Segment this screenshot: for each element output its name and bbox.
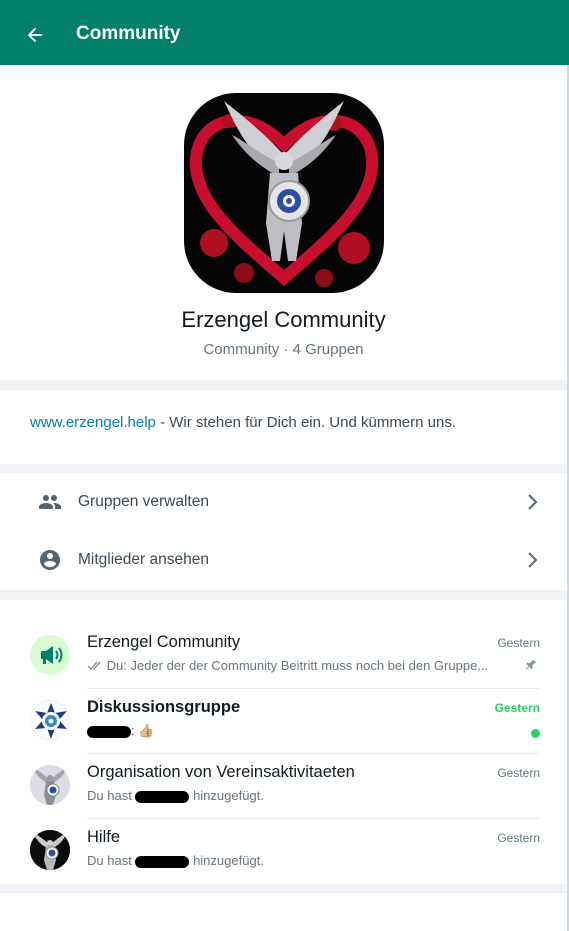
double-check-icon bbox=[87, 661, 101, 671]
chat-name: Diskussionsgruppe bbox=[87, 698, 241, 716]
bottom-section bbox=[0, 893, 567, 931]
chat-last-message: Du hast hinzugefügt. bbox=[87, 788, 264, 803]
actions-card: Gruppen verwalten Mitglieder ansehen bbox=[0, 473, 567, 590]
group-avatar bbox=[30, 700, 70, 740]
group-avatar bbox=[30, 765, 70, 805]
groups-icon bbox=[39, 495, 61, 509]
chat-body: Erzengel Community Gestern Du: Jeder der… bbox=[87, 624, 540, 689]
chat-message-text: Du: Jeder der der Community Beitritt mus… bbox=[106, 658, 489, 673]
redacted-name bbox=[135, 855, 190, 868]
description-card: www.erzengel.help - Wir stehen für Dich … bbox=[0, 390, 567, 464]
group-avatar bbox=[30, 830, 70, 870]
chat-last-message: Du: Jeder der der Community Beitritt mus… bbox=[87, 658, 488, 673]
list-item[interactable]: Diskussionsgruppe Gestern : 👍🏼 bbox=[0, 689, 567, 754]
view-members-button[interactable]: Mitglieder ansehen bbox=[0, 531, 567, 589]
chat-body: Hilfe Gestern Du hast hinzugefügt. bbox=[87, 819, 540, 884]
redacted-name bbox=[87, 725, 131, 738]
chat-message-text: : 👍🏼 bbox=[131, 723, 155, 738]
unread-dot bbox=[531, 729, 540, 738]
chat-body: Diskussionsgruppe Gestern : 👍🏼 bbox=[87, 689, 540, 754]
list-item[interactable]: Organisation von Vereinsaktivitaeten Ges… bbox=[0, 754, 567, 819]
account-icon bbox=[40, 550, 60, 570]
chat-time: Gestern bbox=[494, 701, 540, 715]
chat-name: Organisation von Vereinsaktivitaeten bbox=[87, 763, 355, 781]
chat-time: Gestern bbox=[497, 766, 540, 780]
community-info-card: Erzengel Community Community · 4 Gruppen bbox=[0, 65, 567, 380]
chat-body: Organisation von Vereinsaktivitaeten Ges… bbox=[87, 754, 540, 819]
description-text: - Wir stehen für Dich ein. Und kümmern u… bbox=[155, 414, 457, 431]
chevron-right-icon bbox=[528, 494, 538, 510]
chat-time: Gestern bbox=[497, 831, 540, 845]
page-title: Community bbox=[76, 23, 181, 44]
chat-time: Gestern bbox=[497, 636, 540, 650]
manage-groups-label: Gruppen verwalten bbox=[78, 493, 209, 510]
chat-message-text: hinzugefügt. bbox=[193, 788, 264, 803]
megaphone-icon bbox=[41, 646, 63, 664]
community-name: Erzengel Community bbox=[181, 307, 386, 332]
website-link[interactable]: www.erzengel.help bbox=[30, 414, 156, 431]
app-header: Community bbox=[0, 0, 569, 65]
community-avatar[interactable] bbox=[184, 93, 384, 293]
list-item[interactable]: Erzengel Community Gestern Du: Jeder der… bbox=[0, 624, 567, 689]
chat-message-text: Du hast bbox=[87, 788, 132, 803]
chat-name: Erzengel Community bbox=[87, 633, 241, 651]
arrow-left-icon[interactable] bbox=[24, 24, 46, 46]
announcement-avatar bbox=[30, 635, 70, 675]
list-item[interactable]: Hilfe Gestern Du hast hinzugefügt. bbox=[0, 819, 567, 884]
pin-icon bbox=[525, 659, 537, 670]
view-members-label: Mitglieder ansehen bbox=[78, 551, 209, 568]
chat-message-text: Du hast bbox=[87, 853, 132, 868]
chevron-right-icon bbox=[528, 552, 538, 568]
chat-last-message: Du hast hinzugefügt. bbox=[87, 853, 264, 868]
groups-list: Erzengel Community Gestern Du: Jeder der… bbox=[0, 600, 567, 884]
community-description: www.erzengel.help - Wir stehen für Dich … bbox=[30, 414, 456, 431]
redacted-name bbox=[135, 790, 190, 803]
chat-name: Hilfe bbox=[87, 828, 121, 846]
chat-last-message: : 👍🏼 bbox=[87, 723, 154, 739]
chat-message-text: hinzugefügt. bbox=[193, 853, 264, 868]
community-subtitle: Community · 4 Gruppen bbox=[203, 341, 364, 358]
manage-groups-button[interactable]: Gruppen verwalten bbox=[0, 473, 567, 531]
